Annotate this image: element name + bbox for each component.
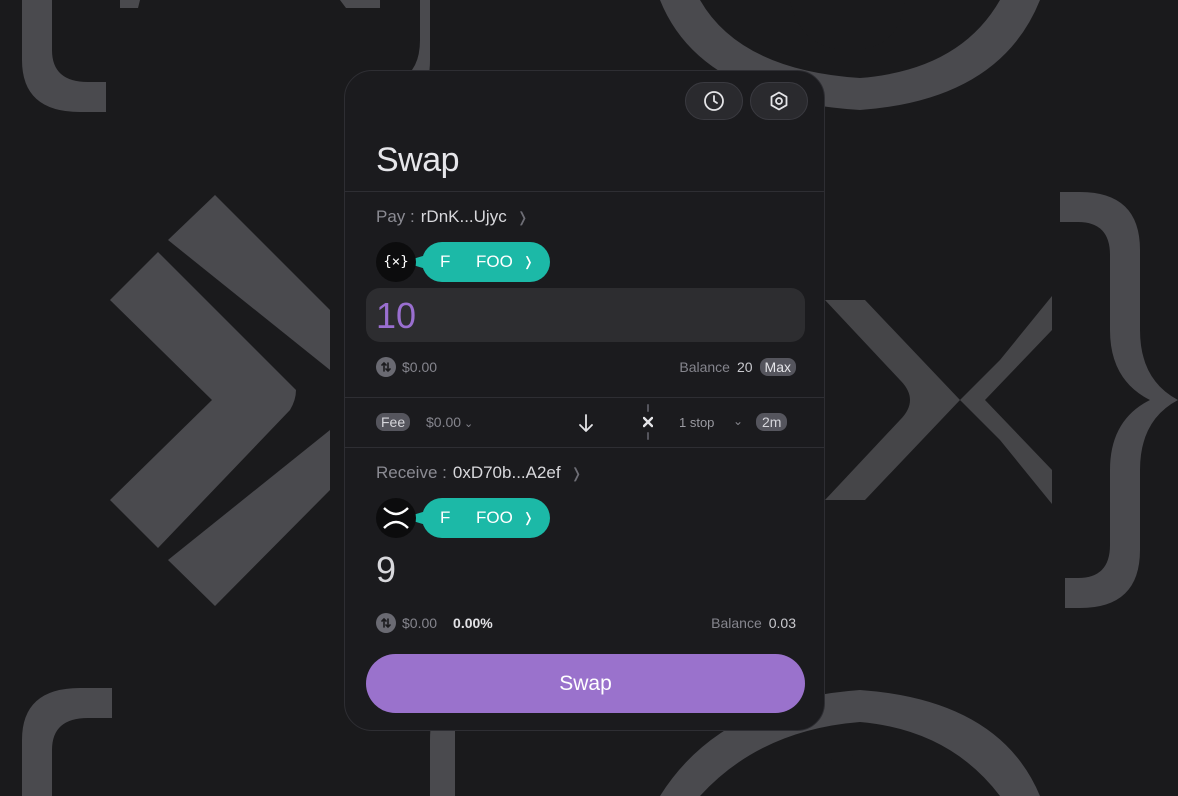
route-info-row: Fee $0.00 ⌄ 1 stop ⌄ 2m (376, 404, 796, 440)
pay-token-selector[interactable]: {×} F FOO ❭ (376, 242, 550, 282)
token-symbol: FOO (476, 508, 513, 527)
receive-token-pill[interactable]: F FOO ❭ (422, 498, 550, 538)
fee-badge: Fee (376, 413, 411, 431)
receive-address-selector[interactable]: Receive : 0xD70b...A2ef ❭ (376, 463, 582, 483)
chevron-down-icon: ⌄ (464, 418, 474, 430)
divider (345, 191, 824, 192)
receive-balance-label: Balance (711, 615, 762, 631)
swap-card: Swap Pay : rDnK...Ujyc ❭ {×} F FOO ❭ 10 … (344, 70, 825, 731)
pay-balance-label: Balance (679, 359, 730, 375)
fee-dropdown[interactable]: $0.00 ⌄ (426, 414, 473, 430)
x-logo-icon (376, 498, 416, 538)
swap-vertical-icon (376, 357, 396, 377)
history-button[interactable] (685, 82, 743, 120)
arrow-down-icon[interactable] (577, 412, 595, 434)
settings-button[interactable] (750, 82, 808, 120)
route-stops: 1 stop (679, 415, 715, 430)
receive-amount-value: 9 (376, 549, 397, 590)
hexagon-gear-icon (770, 91, 788, 111)
pay-amount-value: 10 (376, 295, 417, 336)
receive-subrow: $0.00 0.00% Balance 0.03 (376, 613, 796, 633)
receive-token-selector[interactable]: F FOO ❭ (376, 498, 550, 538)
page-title: Swap (376, 141, 460, 179)
pay-amount-input[interactable]: 10 (366, 288, 805, 342)
token-symbol: FOO (476, 252, 513, 271)
pay-token-pill[interactable]: F FOO ❭ (422, 242, 550, 282)
fee-value: $0.00 (426, 414, 462, 430)
curly-x-icon: {×} (376, 242, 416, 282)
chevron-right-icon: ❭ (570, 464, 583, 481)
swap-button[interactable]: Swap (366, 654, 805, 713)
pay-address-selector[interactable]: Pay : rDnK...Ujyc ❭ (376, 207, 528, 227)
pay-address: rDnK...Ujyc (420, 207, 507, 226)
swap-vertical-icon (376, 613, 396, 633)
chevron-right-icon: ❭ (522, 254, 534, 269)
divider (345, 447, 824, 448)
token-letter: F (440, 252, 451, 271)
max-button[interactable]: Max (759, 358, 796, 376)
pay-label: Pay : (376, 207, 415, 226)
route-icon (643, 404, 653, 440)
chevron-down-icon[interactable]: ⌄ (733, 414, 743, 428)
pay-balance-value: 20 (736, 359, 753, 375)
time-badge: 2m (756, 413, 788, 431)
price-impact: 0.00% (453, 615, 493, 631)
divider (345, 397, 824, 398)
clock-icon (704, 91, 724, 111)
receive-address: 0xD70b...A2ef (452, 463, 561, 482)
pay-subrow: $0.00 Balance 20 Max (376, 357, 796, 377)
receive-label: Receive : (376, 463, 447, 482)
receive-usd-value: $0.00 (402, 615, 438, 631)
chevron-right-icon: ❭ (516, 208, 529, 225)
pay-usd-value: $0.00 (402, 359, 438, 375)
token-letter: F (440, 508, 451, 527)
receive-balance-value: 0.03 (768, 615, 796, 631)
chevron-right-icon: ❭ (522, 510, 534, 525)
